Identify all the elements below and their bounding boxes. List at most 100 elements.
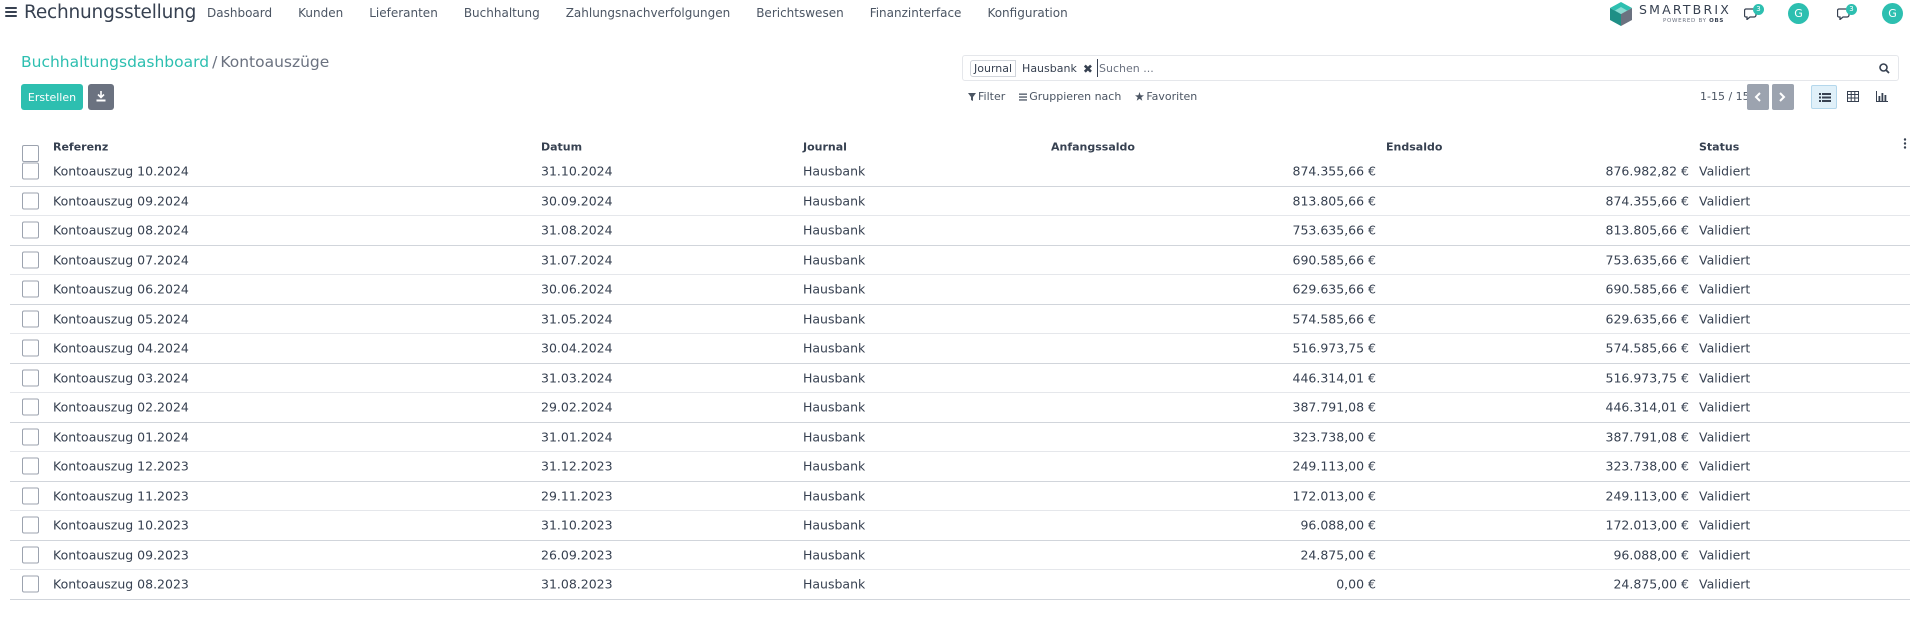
table-row[interactable]: Kontoauszug 01.2024 31.01.2024 Hausbank 323…	[10, 423, 1910, 452]
favorites-button[interactable]: Favoriten	[1135, 90, 1197, 103]
row-checkbox[interactable]	[22, 369, 39, 387]
cell-end-balance: 574.585,66 €	[1605, 340, 1690, 356]
remove-facet-icon[interactable]: ✖	[1081, 62, 1093, 76]
table-row[interactable]: Kontoauszug 12.2023 31.12.2023 Hausbank 249…	[10, 452, 1910, 482]
search-input[interactable]	[1097, 59, 1857, 77]
cell-status: Validiert	[1699, 576, 1751, 592]
menu-item-zahlungsnachverfolgungen[interactable]: Zahlungsnachverfolgungen	[566, 6, 731, 20]
row-checkbox[interactable]	[22, 251, 39, 269]
logo-wordmark: SMARTBRIX	[1639, 2, 1731, 17]
cell-start-balance: 172.013,00 €	[1292, 488, 1377, 504]
pager-next-button[interactable]	[1772, 84, 1794, 110]
breadcrumb-parent[interactable]: Buchhaltungsdashboard	[21, 53, 209, 71]
create-button[interactable]: Erstellen	[21, 84, 83, 110]
menu-item-lieferanten[interactable]: Lieferanten	[369, 6, 438, 20]
messages-button[interactable]: 3	[1742, 4, 1764, 24]
menu-item-buchhaltung[interactable]: Buchhaltung	[464, 6, 540, 20]
column-header-status[interactable]: Status	[1699, 140, 1739, 153]
pager-value[interactable]: 1-15 / 15	[1700, 90, 1750, 103]
list-view-button[interactable]	[1811, 85, 1837, 109]
menu-toggle-icon[interactable]	[5, 6, 17, 18]
row-checkbox[interactable]	[22, 280, 39, 298]
column-header-reference[interactable]: Referenz	[53, 140, 108, 153]
cell-date: 31.08.2024	[541, 222, 613, 238]
row-checkbox[interactable]	[22, 162, 39, 180]
cell-status: Validiert	[1699, 163, 1751, 179]
breadcrumb-separator: /	[212, 53, 218, 71]
cell-reference: Kontoauszug 09.2024	[53, 193, 189, 209]
pivot-view-button[interactable]	[1840, 85, 1866, 109]
cell-journal: Hausbank	[803, 458, 866, 474]
cell-start-balance: 516.973,75 €	[1292, 340, 1377, 356]
cell-journal: Hausbank	[803, 252, 866, 268]
menu-item-finanzinterface[interactable]: Finanzinterface	[870, 6, 962, 20]
table-row[interactable]: Kontoauszug 03.2024 31.03.2024 Hausbank 446…	[10, 364, 1910, 393]
row-checkbox[interactable]	[22, 428, 39, 446]
user-avatar[interactable]: G	[1882, 3, 1903, 24]
row-checkbox[interactable]	[22, 516, 39, 534]
download-icon	[96, 91, 106, 102]
pivot-view-icon	[1847, 91, 1859, 102]
search-icon[interactable]	[1879, 63, 1890, 74]
table-row[interactable]: Kontoauszug 02.2024 29.02.2024 Hausbank 387…	[10, 393, 1910, 423]
menu-item-berichtswesen[interactable]: Berichtswesen	[756, 6, 843, 20]
table-row[interactable]: Kontoauszug 05.2024 31.05.2024 Hausbank 574…	[10, 305, 1910, 334]
row-checkbox[interactable]	[22, 457, 39, 475]
cell-start-balance: 629.635,66 €	[1292, 281, 1377, 297]
graph-view-button[interactable]	[1869, 85, 1895, 109]
table-row[interactable]: Kontoauszug 04.2024 30.04.2024 Hausbank 516…	[10, 334, 1910, 364]
column-header-journal[interactable]: Journal	[803, 140, 847, 153]
star-icon	[1135, 92, 1145, 101]
row-checkbox[interactable]	[22, 192, 39, 210]
cell-journal: Hausbank	[803, 576, 866, 592]
cell-journal: Hausbank	[803, 193, 866, 209]
cell-end-balance: 690.585,66 €	[1605, 281, 1690, 297]
table-row[interactable]: Kontoauszug 11.2023 29.11.2023 Hausbank 172…	[10, 482, 1910, 511]
row-checkbox[interactable]	[22, 221, 39, 239]
filter-label: Filter	[978, 90, 1006, 103]
group-by-label: Gruppieren nach	[1029, 90, 1122, 103]
cell-start-balance: 690.585,66 €	[1292, 252, 1377, 268]
cell-end-balance: 172.013,00 €	[1605, 517, 1690, 533]
table-row[interactable]: Kontoauszug 09.2024 30.09.2024 Hausbank 813…	[10, 187, 1910, 216]
table-row[interactable]: Kontoauszug 09.2023 26.09.2023 Hausbank 24.…	[10, 541, 1910, 570]
cell-reference: Kontoauszug 08.2024	[53, 222, 189, 238]
cell-journal: Hausbank	[803, 399, 866, 415]
menu-item-dashboard[interactable]: Dashboard	[207, 6, 272, 20]
row-checkbox[interactable]	[22, 487, 39, 505]
cell-status: Validiert	[1699, 340, 1751, 356]
avatar[interactable]: G	[1788, 3, 1809, 24]
menu-item-kunden[interactable]: Kunden	[298, 6, 343, 20]
cell-journal: Hausbank	[803, 429, 866, 445]
cell-end-balance: 874.355,66 €	[1605, 193, 1690, 209]
bank-statements-table: Referenz Datum Journal Anfangssaldo Ends…	[10, 136, 1910, 600]
column-header-date[interactable]: Datum	[541, 140, 582, 153]
row-checkbox[interactable]	[22, 546, 39, 564]
cell-reference: Kontoauszug 08.2023	[53, 576, 189, 592]
row-checkbox[interactable]	[22, 398, 39, 416]
optional-columns-icon[interactable]	[1903, 138, 1907, 149]
table-row[interactable]: Kontoauszug 10.2023 31.10.2023 Hausbank 96.…	[10, 511, 1910, 541]
column-header-end-balance[interactable]: Endsaldo	[1386, 140, 1442, 153]
activities-badge: 3	[1846, 4, 1857, 15]
activities-button[interactable]: 3	[1835, 4, 1857, 24]
filter-button[interactable]: Filter	[968, 90, 1005, 103]
row-checkbox[interactable]	[22, 575, 39, 593]
download-button[interactable]	[88, 84, 114, 110]
top-navbar: Rechnungsstellung Dashboard Kunden Liefe…	[0, 0, 1920, 26]
search-options: Filter Gruppieren nach Favoriten	[968, 90, 1211, 103]
cell-date: 29.02.2024	[541, 399, 613, 415]
menu-item-konfiguration[interactable]: Konfiguration	[987, 6, 1067, 20]
table-row[interactable]: Kontoauszug 10.2024 31.10.2024 Hausbank 874…	[10, 157, 1910, 187]
table-row[interactable]: Kontoauszug 08.2024 31.08.2024 Hausbank 753…	[10, 216, 1910, 246]
table-row[interactable]: Kontoauszug 06.2024 30.06.2024 Hausbank 629…	[10, 275, 1910, 305]
cell-status: Validiert	[1699, 252, 1751, 268]
row-checkbox[interactable]	[22, 339, 39, 357]
chevron-right-icon	[1779, 92, 1786, 102]
table-row[interactable]: Kontoauszug 07.2024 31.07.2024 Hausbank 690…	[10, 246, 1910, 275]
group-by-button[interactable]: Gruppieren nach	[1019, 90, 1121, 103]
column-header-start-balance[interactable]: Anfangssaldo	[1051, 140, 1135, 153]
row-checkbox[interactable]	[22, 310, 39, 328]
pager-previous-button[interactable]	[1747, 84, 1769, 110]
table-row[interactable]: Kontoauszug 08.2023 31.08.2023 Hausbank 0,0…	[10, 570, 1910, 600]
